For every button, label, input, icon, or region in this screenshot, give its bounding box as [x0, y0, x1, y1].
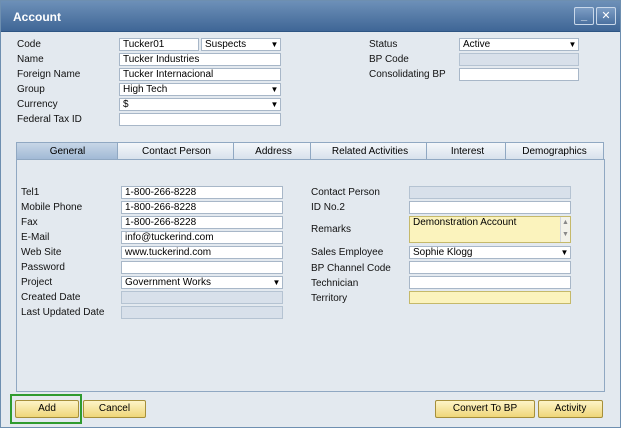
group-label: Group — [17, 84, 45, 95]
scroll-down-icon[interactable]: ▼ — [561, 229, 570, 241]
currency-value: $ — [123, 99, 129, 110]
scroll-up-icon[interactable]: ▲ — [561, 217, 570, 229]
code-type-select[interactable]: Suspects ▼ — [201, 38, 281, 51]
email-label: E-Mail — [21, 232, 50, 243]
foreign-name-label: Foreign Name — [17, 69, 81, 80]
dropdown-icon: ▼ — [560, 248, 569, 257]
tab-demographics[interactable]: Demographics — [505, 142, 604, 160]
convert-to-bp-button[interactable]: Convert To BP — [435, 400, 535, 418]
status-label: Status — [369, 39, 398, 50]
dropdown-icon: ▼ — [270, 100, 279, 109]
code-field[interactable]: Tucker01 — [119, 38, 199, 51]
website-field[interactable]: www.tuckerind.com — [121, 246, 283, 259]
consolidating-bp-label: Consolidating BP — [369, 69, 446, 80]
dropdown-icon: ▼ — [270, 40, 279, 49]
tab-address[interactable]: Address — [233, 142, 314, 160]
tab-contact-person[interactable]: Contact Person — [117, 142, 236, 160]
code-type-value: Suspects — [205, 39, 247, 50]
created-date-label: Created Date — [21, 292, 81, 303]
tab-general[interactable]: General — [16, 142, 119, 160]
sales-employee-value: Sophie Klogg — [413, 247, 473, 258]
tab-strip: General Contact Person Address Related A… — [16, 142, 604, 160]
title-bar: Account _ ✕ — [1, 1, 620, 32]
id-no2-field[interactable] — [409, 201, 571, 214]
password-field[interactable] — [121, 261, 283, 274]
close-button[interactable]: ✕ — [596, 7, 616, 25]
bp-code-label: BP Code — [369, 54, 409, 65]
contact-person-field — [409, 186, 571, 199]
project-label: Project — [21, 277, 53, 288]
currency-label: Currency — [17, 99, 58, 110]
dropdown-icon: ▼ — [270, 85, 279, 94]
group-select[interactable]: High Tech ▼ — [119, 83, 281, 96]
last-updated-label: Last Updated Date — [21, 307, 105, 318]
dropdown-icon: ▼ — [568, 40, 577, 49]
bp-channel-field[interactable] — [409, 261, 571, 274]
federal-tax-label: Federal Tax ID — [17, 114, 82, 125]
status-value: Active — [463, 39, 491, 50]
name-label: Name — [17, 54, 44, 65]
tab-related-activities[interactable]: Related Activities — [310, 142, 430, 160]
bp-code-field — [459, 53, 579, 66]
account-window: Account _ ✕ Code Tucker01 Suspects ▼ Nam… — [0, 0, 621, 428]
email-field[interactable]: info@tuckerind.com — [121, 231, 283, 244]
remarks-value: Demonstration Account — [413, 217, 517, 228]
minimize-button[interactable]: _ — [574, 7, 594, 25]
name-field[interactable]: Tucker Industries — [119, 53, 281, 66]
group-value: High Tech — [123, 84, 168, 95]
sales-employee-label: Sales Employee — [311, 247, 384, 258]
fax-label: Fax — [21, 217, 38, 228]
project-select[interactable]: Government Works ▼ — [121, 276, 283, 289]
cancel-button[interactable]: Cancel — [83, 400, 146, 418]
bp-channel-label: BP Channel Code — [311, 263, 391, 274]
federal-tax-field[interactable] — [119, 113, 281, 126]
contact-person-label: Contact Person — [311, 187, 380, 198]
territory-label: Territory — [311, 293, 348, 304]
status-select[interactable]: Active ▼ — [459, 38, 579, 51]
project-value: Government Works — [125, 277, 211, 288]
foreign-name-field[interactable]: Tucker Internacional — [119, 68, 281, 81]
code-label: Code — [17, 39, 41, 50]
remarks-textarea[interactable]: Demonstration Account ▲ ▼ — [409, 216, 571, 243]
currency-select[interactable]: $ ▼ — [119, 98, 281, 111]
sales-employee-select[interactable]: Sophie Klogg ▼ — [409, 246, 571, 259]
tel1-label: Tel1 — [21, 187, 40, 198]
remarks-scrollbar[interactable]: ▲ ▼ — [560, 217, 570, 242]
add-button[interactable]: Add — [15, 400, 79, 418]
remarks-label: Remarks — [311, 224, 352, 235]
consolidating-bp-field[interactable] — [459, 68, 579, 81]
created-date-field — [121, 291, 283, 304]
fax-field[interactable]: 1-800-266-8228 — [121, 216, 283, 229]
tab-interest[interactable]: Interest — [426, 142, 509, 160]
last-updated-field — [121, 306, 283, 319]
technician-field[interactable] — [409, 276, 571, 289]
tel1-field[interactable]: 1-800-266-8228 — [121, 186, 283, 199]
password-label: Password — [21, 262, 65, 273]
mobile-phone-field[interactable]: 1-800-266-8228 — [121, 201, 283, 214]
id-no2-label: ID No.2 — [311, 202, 345, 213]
mobile-phone-label: Mobile Phone — [21, 202, 83, 213]
dropdown-icon: ▼ — [272, 278, 281, 287]
activity-button[interactable]: Activity — [538, 400, 603, 418]
website-label: Web Site — [21, 247, 62, 258]
window-title: Account — [13, 10, 61, 24]
technician-label: Technician — [311, 278, 359, 289]
territory-field[interactable] — [409, 291, 571, 304]
